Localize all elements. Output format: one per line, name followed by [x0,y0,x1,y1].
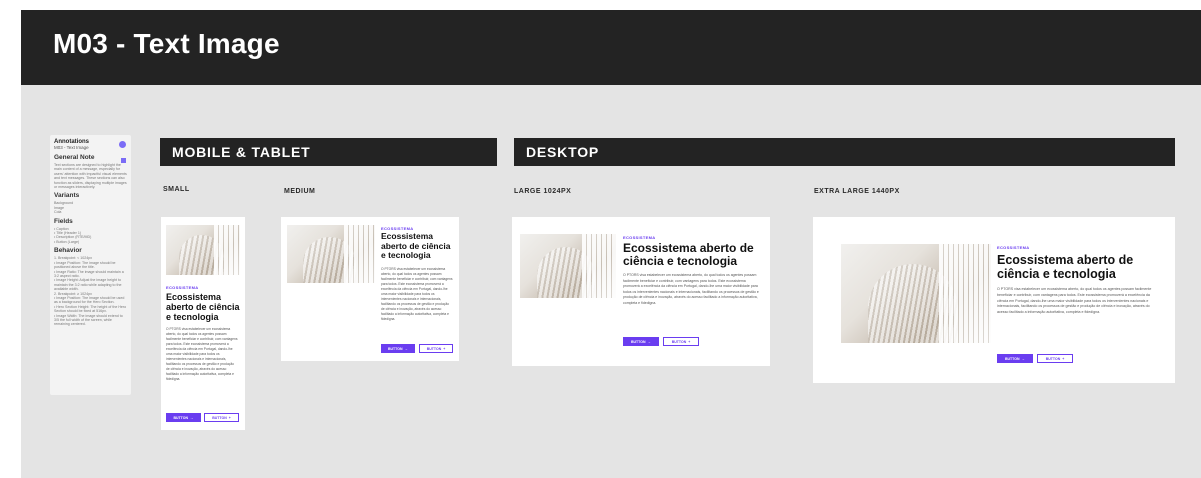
plus-icon: + [688,339,691,344]
variants-heading: Variants [54,192,80,200]
xlarge-secondary-button[interactable]: BUTTON + [1037,354,1073,363]
field-item: • Button (Large) [54,239,80,244]
variant-item: Cola [54,210,62,215]
behavior-list: 1. Breakpoint: < 1024px • Image Position… [54,256,127,327]
large-card-image [520,234,616,298]
xlarge-card-eyebrow: ECOSSISTEMA [997,245,1030,250]
annotation-marker-icon[interactable] [119,141,126,148]
arrow-right-icon: → [404,346,409,351]
behavior-item: • Hero Section Height: The height of the… [54,304,127,314]
small-card-image [166,225,240,275]
behavior-item: • Image Position: The image should be us… [54,295,125,305]
behavior-item: • Image Ratio: The image should maintain… [54,269,124,278]
note-marker-icon [121,158,126,163]
medium-card-body: O PTORS visa estabelecer um ecossistema … [381,267,453,321]
large-primary-button[interactable]: BUTTON → [623,337,659,346]
xlarge-card-title: Ecossistema aberto de ciência e tecnolog… [997,253,1134,281]
primary-button-label: BUTTON [173,415,189,420]
small-secondary-button[interactable]: BUTTON + [204,413,239,422]
breakpoint-small-label: SMALL [163,186,190,193]
page-header: M03 - Text Image [21,10,1201,85]
large-card-title: Ecossistema aberto de ciência e tecnolog… [623,241,754,268]
plus-icon: + [228,415,231,420]
general-note-heading: General Note [54,154,95,161]
behavior-item: • Image Width: The image should extend t… [54,313,123,327]
arrow-right-icon: → [190,415,194,420]
breakpoint-large-label: LARGE 1024PX [514,188,572,195]
arrow-right-icon: → [647,339,652,344]
small-card: ECOSSISTEMA Ecossistema aberto de ciênci… [161,217,245,430]
xlarge-card-body: O PTORS visa estabelecer um ecossistema … [997,287,1152,315]
primary-button-label: BUTTON [1004,356,1020,361]
xlarge-primary-button[interactable]: BUTTON → [997,354,1033,363]
small-card-body: O PTORS visa estabelecer um ecossistema … [166,327,238,381]
plus-icon: + [443,346,446,351]
plus-icon: + [1062,356,1065,361]
medium-secondary-button[interactable]: BUTTON + [419,344,453,353]
fields-heading: Fields [54,217,73,225]
behavior-item: • Image Height: Adjust the image height … [54,278,122,292]
mobile-tablet-banner: MOBILE & TABLET [160,138,497,166]
fields-list: • Caption • Title (Header 1) • Descripti… [54,227,127,245]
large-card-body: O PTORS visa estabelecer um ecossistema … [623,273,759,305]
page-title: M03 - Text Image [53,28,280,59]
medium-card-image [287,225,375,283]
medium-primary-button[interactable]: BUTTON → [381,344,415,353]
secondary-button-label: BUTTON [426,346,442,351]
large-card: ECOSSISTEMA Ecossistema aberto de ciênci… [512,217,770,366]
large-card-eyebrow: ECOSSISTEMA [623,235,656,240]
arrow-right-icon: → [1021,356,1026,361]
variants-list: Background Image Cola [54,201,127,214]
primary-button-label: BUTTON [630,339,646,344]
secondary-button-label: BUTTON [212,415,227,420]
primary-button-label: BUTTON [387,346,403,351]
general-note-text: Text sections are designed to highlight … [54,163,127,190]
medium-card: ECOSSISTEMA Ecossistema aberto de ciênci… [281,217,459,361]
desktop-banner: DESKTOP [514,138,1175,166]
canvas-frame: M03 - Text Image Annotations M03 - Text … [21,10,1201,478]
small-card-eyebrow: ECOSSISTEMA [166,285,199,290]
annotations-panel: Annotations M03 - Text Image General Not… [50,135,131,395]
behavior-item: • Image Position: The image should be po… [54,260,116,270]
secondary-button-label: BUTTON [1045,356,1061,361]
secondary-button-label: BUTTON [671,339,687,344]
xlarge-card: ECOSSISTEMA Ecossistema aberto de ciênci… [813,217,1175,383]
breakpoint-xlarge-label: EXTRA LARGE 1440PX [814,188,900,195]
medium-card-title: Ecossistema aberto de ciência e tecnolog… [381,231,451,260]
large-secondary-button[interactable]: BUTTON + [663,337,699,346]
small-card-title: Ecossistema aberto de ciência e tecnolog… [166,292,240,322]
xlarge-card-image [841,244,991,343]
annotations-subtitle: M03 - Text Image [54,145,89,150]
breakpoint-medium-label: MEDIUM [284,188,316,195]
small-primary-button[interactable]: BUTTON → [166,413,201,422]
behavior-heading: Behavior [54,247,82,255]
